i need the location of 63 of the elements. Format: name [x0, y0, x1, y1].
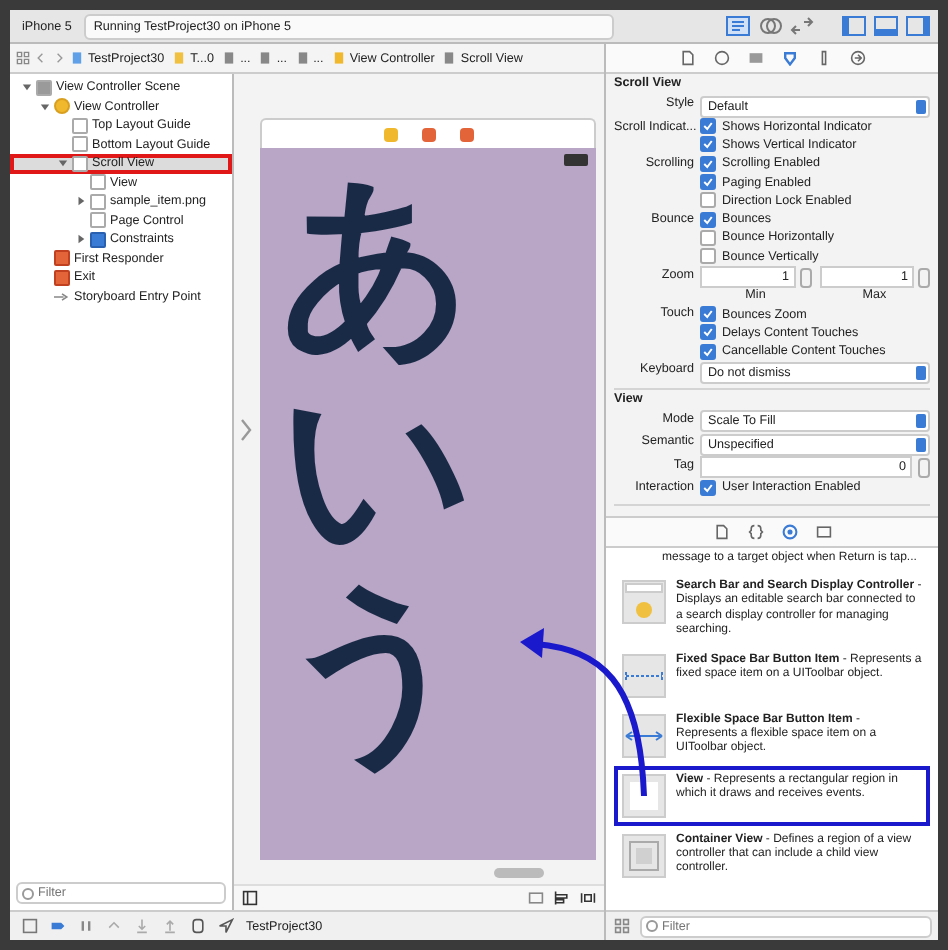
- disclosure-triangle-icon[interactable]: [75, 234, 85, 245]
- forward-icon[interactable]: [52, 50, 66, 66]
- grid-icon[interactable]: [614, 918, 630, 934]
- disclosure-triangle-icon[interactable]: [75, 196, 85, 207]
- responder-icon: [421, 127, 435, 141]
- embed-icon[interactable]: [528, 890, 544, 906]
- help-icon[interactable]: [713, 50, 729, 66]
- checkbox[interactable]: [700, 343, 716, 360]
- library-thumbnail-icon: [622, 834, 666, 879]
- connections-icon[interactable]: [849, 50, 865, 66]
- breakpoint-icon[interactable]: [50, 918, 66, 934]
- controller-icon: [383, 127, 397, 141]
- checkbox[interactable]: [700, 479, 716, 496]
- pin-icon[interactable]: [580, 890, 596, 906]
- checkbox[interactable]: [700, 136, 716, 153]
- attributes-icon[interactable]: [781, 50, 797, 66]
- file-icon: [331, 50, 346, 66]
- object-library-icon[interactable]: [781, 524, 797, 540]
- assistant-icon[interactable]: [758, 16, 782, 36]
- hide-debug-icon[interactable]: [22, 918, 38, 934]
- scroll-bar: [494, 868, 544, 878]
- back-icon[interactable]: [34, 50, 48, 66]
- outline-toggle-icon[interactable]: [242, 890, 258, 906]
- file-icon: [222, 50, 237, 66]
- checkbox[interactable]: [700, 174, 716, 191]
- debug-toggle-icon[interactable]: [874, 16, 898, 36]
- file-icon: [258, 50, 273, 66]
- checkbox[interactable]: [700, 192, 716, 209]
- file-inspector-icon[interactable]: [679, 50, 695, 66]
- checkbox[interactable]: [700, 118, 716, 135]
- location-icon[interactable]: [218, 918, 234, 934]
- align-icon[interactable]: [554, 890, 570, 906]
- battery-icon: [564, 154, 588, 166]
- checkbox[interactable]: [700, 155, 716, 172]
- file-icon: [172, 50, 187, 66]
- checkbox[interactable]: [700, 324, 716, 341]
- file-template-icon[interactable]: [713, 524, 729, 540]
- checkbox[interactable]: [700, 248, 716, 265]
- file-icon: [442, 50, 457, 66]
- braces-icon[interactable]: [747, 524, 763, 540]
- file-icon: [70, 50, 84, 66]
- identity-icon[interactable]: [747, 50, 763, 66]
- grid-icon[interactable]: [16, 50, 30, 66]
- pause-icon[interactable]: [78, 918, 94, 934]
- view-debug-icon[interactable]: [190, 918, 206, 934]
- library-thumbnail-icon: [622, 580, 666, 625]
- arrow-icon: [54, 291, 70, 302]
- checkbox[interactable]: [700, 306, 716, 323]
- filter-icon: [22, 887, 34, 899]
- checkbox[interactable]: [700, 229, 716, 246]
- media-icon[interactable]: [815, 524, 831, 540]
- disclosure-triangle-icon[interactable]: [57, 158, 67, 169]
- large-text: あいう: [280, 164, 470, 774]
- version-icon[interactable]: [790, 16, 814, 36]
- navigator-toggle-icon[interactable]: [842, 16, 866, 36]
- utilities-toggle-icon[interactable]: [906, 16, 930, 36]
- checkbox[interactable]: [700, 211, 716, 228]
- editor-icon[interactable]: [726, 16, 750, 36]
- library-thumbnail-icon: [622, 654, 666, 699]
- file-icon: [295, 50, 310, 66]
- filter-icon: [646, 920, 658, 932]
- exit-icon: [459, 127, 473, 141]
- library-thumbnail-icon: [622, 774, 666, 819]
